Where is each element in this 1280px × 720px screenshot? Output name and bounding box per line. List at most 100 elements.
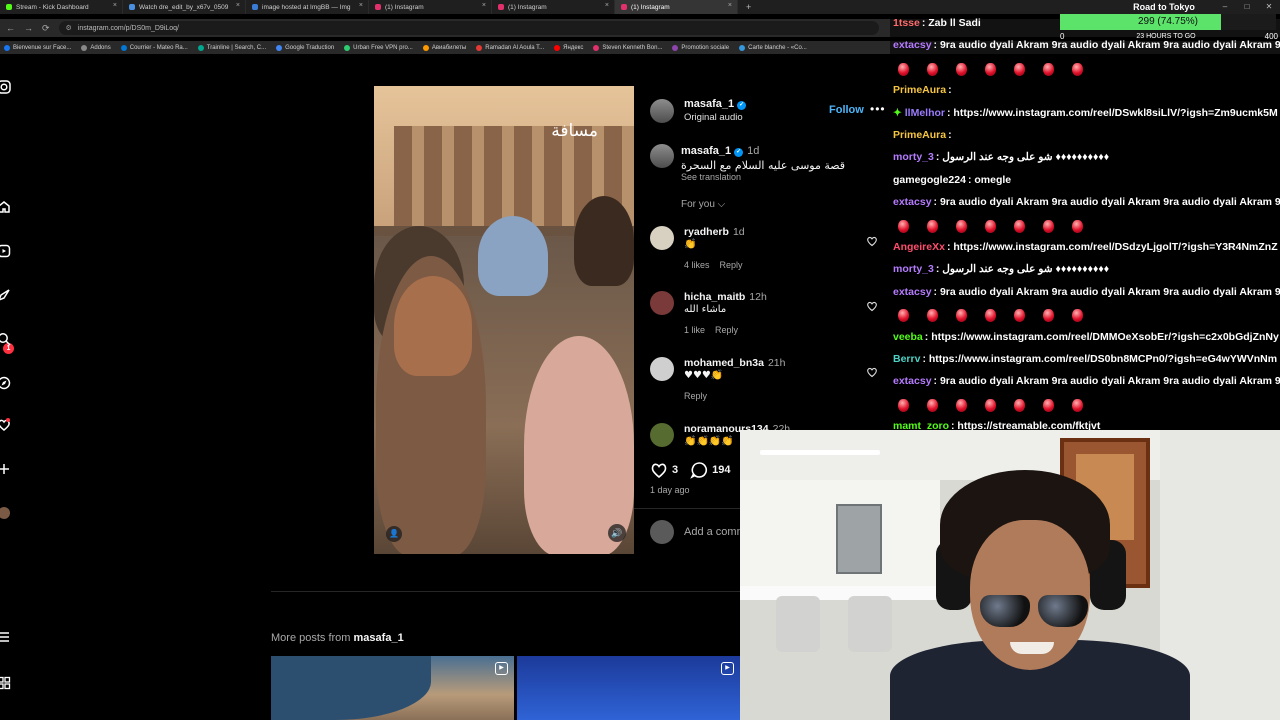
- video-figure-face: [394, 276, 472, 376]
- close-tab-icon[interactable]: ×: [113, 2, 117, 9]
- comment-likes[interactable]: 4 likes: [684, 260, 710, 270]
- caption-author-avatar[interactable]: [650, 144, 674, 168]
- site-info-icon[interactable]: ⚙: [66, 24, 72, 32]
- more-options-icon[interactable]: •••: [870, 102, 886, 116]
- commenter-username[interactable]: ryadherb: [684, 226, 729, 238]
- commenter-name: ryadherb 1d: [684, 226, 745, 238]
- menu-icon[interactable]: [0, 630, 11, 644]
- author-avatar[interactable]: [650, 99, 674, 123]
- browser-tab[interactable]: Stream - Kick Dashboard ×: [0, 0, 123, 14]
- more-posts-author[interactable]: masafa_1: [354, 632, 404, 644]
- chat-username[interactable]: llMelhor: [905, 107, 945, 119]
- chat-username[interactable]: AngeireXx: [893, 241, 945, 253]
- mute-icon[interactable]: 🔊: [608, 524, 626, 542]
- more-post-thumbnail[interactable]: ▶: [271, 656, 514, 720]
- post-actions: 3 194: [650, 461, 742, 479]
- author-name[interactable]: masafa_1 ✓: [684, 98, 747, 110]
- comment-like-heart-icon[interactable]: [866, 366, 878, 378]
- chat-username[interactable]: extacsy: [893, 39, 932, 51]
- browser-tab[interactable]: image hosted at ImgBB — Img ×: [246, 0, 369, 14]
- instagram-logo-icon[interactable]: [0, 80, 11, 94]
- caption-author-name[interactable]: masafa_1: [681, 145, 731, 157]
- bookmark-item[interactable]: Steven Kenneth Bon...: [593, 44, 662, 51]
- commenter-name: hicha_maitb 12h: [684, 291, 767, 303]
- browser-tab[interactable]: (1) Instagram ×: [492, 0, 615, 14]
- bookmark-item[interactable]: Promotion sociale: [672, 44, 729, 51]
- chat-username[interactable]: morty_3: [893, 263, 934, 275]
- bookmark-item[interactable]: Авиабилеты: [422, 44, 466, 51]
- comment-text: ماشاء الله: [684, 304, 727, 315]
- commenter-avatar[interactable]: [650, 291, 674, 315]
- bookmark-item[interactable]: Courrier - Mateo Ra...: [120, 44, 188, 51]
- create-icon[interactable]: [0, 462, 11, 476]
- new-tab-button[interactable]: +: [738, 2, 759, 12]
- chat-username[interactable]: morty_3: [893, 151, 934, 163]
- explore-icon[interactable]: [0, 376, 11, 390]
- comment-like-heart-icon[interactable]: [866, 235, 878, 247]
- browser-tab[interactable]: (1) Instagram ×: [615, 0, 738, 14]
- commenter-avatar[interactable]: [650, 226, 674, 250]
- caption-author: masafa_1 ✓ 1d: [681, 145, 759, 157]
- commenter-username[interactable]: mohamed_bn3a: [684, 357, 764, 369]
- bookmark-item[interactable]: Carte blanche - «Co...: [739, 44, 807, 51]
- reload-icon[interactable]: ⟳: [42, 23, 50, 34]
- browser-tab[interactable]: (1) Instagram ×: [369, 0, 492, 14]
- comment-reply-button[interactable]: Reply: [720, 260, 743, 270]
- bookmark-favicon-icon: [276, 44, 283, 51]
- tagged-user-icon[interactable]: 👤: [386, 526, 402, 542]
- reels-icon[interactable]: [0, 244, 11, 258]
- chat-text: : omegle: [967, 173, 1012, 186]
- chat-username[interactable]: PrimeAura: [893, 84, 946, 96]
- follow-button[interactable]: Follow: [829, 104, 864, 116]
- commenter-username[interactable]: hicha_maitb: [684, 291, 745, 303]
- thumbnail-figure: [271, 656, 431, 720]
- comment-like-heart-icon[interactable]: [866, 300, 878, 312]
- close-tab-icon[interactable]: ×: [605, 2, 609, 9]
- profile-avatar-icon[interactable]: [0, 506, 11, 520]
- emote-icon: [956, 219, 967, 233]
- like-heart-icon[interactable]: [650, 461, 668, 479]
- bookmark-item[interactable]: Trainline | Search, C...: [197, 44, 266, 51]
- chat-username[interactable]: 1tsse: [893, 17, 920, 29]
- comment-item: hicha_maitb 12h ماشاء الله 1 like Reply: [650, 291, 890, 351]
- chat-username[interactable]: PrimeAura: [893, 129, 946, 141]
- chat-username[interactable]: Berrv: [893, 353, 920, 365]
- chat-username[interactable]: extacsy: [893, 375, 932, 387]
- bookmark-item[interactable]: Urban Free VPN pro...: [344, 44, 413, 51]
- comment-icon[interactable]: [690, 461, 708, 479]
- more-post-thumbnail[interactable]: ▶: [517, 656, 740, 720]
- close-tab-icon[interactable]: ×: [359, 2, 363, 9]
- comment-reply-button[interactable]: Reply: [684, 391, 707, 401]
- commenter-avatar[interactable]: [650, 357, 674, 381]
- messages-icon[interactable]: [0, 288, 11, 302]
- commenter-avatar[interactable]: [650, 423, 674, 447]
- url-input[interactable]: ⚙ instagram.com/p/DS0m_D9iLoq/: [58, 21, 879, 35]
- comment-count: 194: [712, 464, 731, 476]
- comment-sort-dropdown[interactable]: For you ⌵: [681, 199, 725, 210]
- chat-username[interactable]: veeba: [893, 331, 923, 343]
- bookmark-item[interactable]: Bienvenue sur Face...: [4, 44, 71, 51]
- close-tab-icon[interactable]: ×: [236, 2, 240, 9]
- forward-icon[interactable]: →: [24, 23, 33, 33]
- post-video[interactable]: مسافة 👤 🔊: [374, 86, 634, 554]
- browser-tab[interactable]: Watch dre_edit_by_x67v_0509 ×: [123, 0, 246, 14]
- bookmark-item[interactable]: Ramadan Al Aoula T...: [476, 44, 544, 51]
- search-icon[interactable]: [0, 332, 11, 346]
- close-tab-icon[interactable]: ×: [482, 2, 486, 9]
- comment-likes[interactable]: 1 like: [684, 325, 705, 335]
- comment-reply-button[interactable]: Reply: [715, 325, 738, 335]
- close-tab-icon[interactable]: ×: [728, 2, 732, 9]
- back-icon[interactable]: ←: [6, 23, 15, 33]
- bookmark-item[interactable]: Google Traduction: [276, 44, 334, 51]
- chat-username[interactable]: extacsy: [893, 196, 932, 208]
- audio-link[interactable]: Original audio: [684, 112, 743, 123]
- see-translation-link[interactable]: See translation: [681, 172, 741, 182]
- bookmark-item[interactable]: Яндекс: [554, 44, 583, 51]
- notifications-heart-icon[interactable]: [0, 418, 11, 432]
- emote-icon: [927, 62, 938, 76]
- chat-username[interactable]: gamegogle224: [893, 174, 966, 186]
- more-apps-icon[interactable]: [0, 676, 11, 690]
- home-icon[interactable]: [0, 200, 11, 214]
- chat-username[interactable]: extacsy: [893, 286, 932, 298]
- bookmark-item[interactable]: Addons: [81, 44, 111, 51]
